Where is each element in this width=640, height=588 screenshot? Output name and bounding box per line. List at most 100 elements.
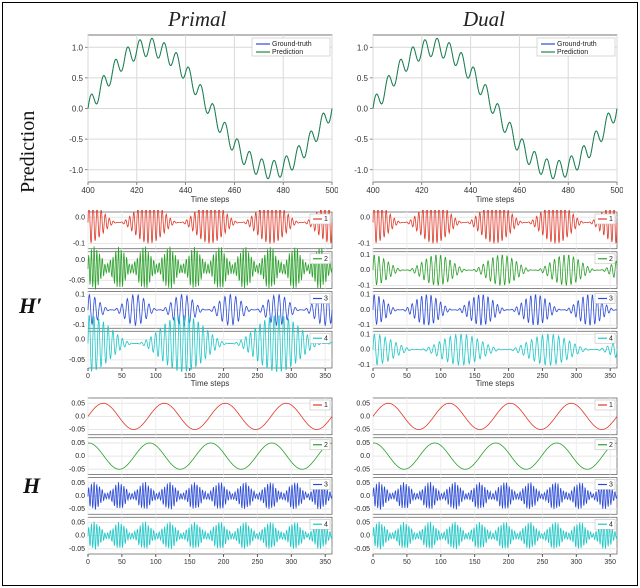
- svg-text:300: 300: [285, 373, 297, 380]
- side-label-h-prime: H′: [19, 293, 42, 319]
- svg-text:400: 400: [81, 186, 95, 195]
- svg-text:500: 500: [610, 186, 623, 195]
- svg-text:0.0: 0.0: [360, 453, 370, 460]
- svg-text:4: 4: [324, 521, 328, 528]
- svg-text:480: 480: [277, 186, 291, 195]
- chart-dual-h: -0.050.00.051-0.050.00.052-0.050.00.053-…: [343, 396, 623, 574]
- svg-text:0.0: 0.0: [75, 257, 85, 264]
- svg-text:200: 200: [503, 559, 515, 566]
- svg-text:480: 480: [562, 186, 576, 195]
- side-label-h: H: [23, 473, 40, 499]
- svg-text:1.0: 1.0: [357, 43, 369, 52]
- svg-text:3: 3: [609, 482, 613, 489]
- svg-text:2: 2: [609, 256, 613, 263]
- svg-text:1: 1: [324, 216, 328, 223]
- svg-text:0.0: 0.0: [360, 214, 370, 221]
- svg-text:440: 440: [179, 186, 193, 195]
- svg-text:0.1: 0.1: [360, 252, 370, 259]
- svg-text:-0.1: -0.1: [358, 362, 370, 369]
- svg-text:-0.05: -0.05: [69, 427, 85, 434]
- svg-text:440: 440: [464, 186, 478, 195]
- svg-text:300: 300: [285, 559, 297, 566]
- svg-text:-0.05: -0.05: [69, 277, 85, 284]
- svg-text:Ground-truth: Ground-truth: [557, 41, 597, 48]
- svg-text:0.5: 0.5: [72, 74, 84, 83]
- chart-primal-prediction: 400420440460480500-1.0-0.50.00.51.0Time …: [58, 29, 338, 204]
- svg-text:350: 350: [319, 373, 331, 380]
- svg-text:250: 250: [537, 559, 549, 566]
- svg-text:-0.05: -0.05: [69, 506, 85, 513]
- svg-text:-0.1: -0.1: [358, 282, 370, 289]
- svg-text:100: 100: [150, 559, 162, 566]
- svg-text:-0.05: -0.05: [354, 506, 370, 513]
- svg-text:-0.1: -0.1: [73, 241, 85, 248]
- svg-text:0.05: 0.05: [71, 520, 85, 527]
- svg-text:-0.05: -0.05: [354, 466, 370, 473]
- svg-text:-0.05: -0.05: [354, 546, 370, 553]
- svg-text:0.05: 0.05: [71, 400, 85, 407]
- svg-text:Time steps: Time steps: [476, 195, 515, 204]
- svg-text:3: 3: [324, 482, 328, 489]
- svg-text:2: 2: [609, 442, 613, 449]
- svg-text:0.05: 0.05: [71, 440, 85, 447]
- svg-text:500: 500: [325, 186, 338, 195]
- svg-text:2: 2: [324, 442, 328, 449]
- svg-text:1.0: 1.0: [72, 43, 84, 52]
- svg-text:400: 400: [366, 186, 380, 195]
- svg-text:Time steps: Time steps: [191, 195, 230, 204]
- svg-text:0.0: 0.0: [75, 307, 85, 314]
- svg-text:0.0: 0.0: [360, 307, 370, 314]
- svg-text:0.0: 0.0: [360, 413, 370, 420]
- svg-text:0: 0: [86, 559, 90, 566]
- svg-text:250: 250: [252, 373, 264, 380]
- svg-text:Time steps: Time steps: [191, 379, 230, 388]
- svg-text:0.0: 0.0: [360, 533, 370, 540]
- chart-primal-h: -0.050.00.051-0.050.00.052-0.050.00.053-…: [58, 396, 338, 574]
- svg-text:0.0: 0.0: [75, 453, 85, 460]
- side-label-prediction: Prediction: [17, 111, 40, 193]
- svg-text:250: 250: [537, 373, 549, 380]
- svg-text:0.0: 0.0: [72, 105, 84, 114]
- svg-text:0: 0: [371, 373, 375, 380]
- svg-text:Ground-truth: Ground-truth: [272, 41, 312, 48]
- svg-text:0.05: 0.05: [356, 520, 370, 527]
- svg-text:0.0: 0.0: [360, 267, 370, 274]
- svg-text:0.1: 0.1: [360, 292, 370, 299]
- svg-text:0.1: 0.1: [360, 331, 370, 338]
- svg-text:300: 300: [570, 559, 582, 566]
- svg-text:0.0: 0.0: [75, 336, 85, 343]
- svg-text:350: 350: [604, 559, 616, 566]
- svg-text:Prediction: Prediction: [272, 49, 303, 56]
- svg-text:Prediction: Prediction: [557, 49, 588, 56]
- svg-text:350: 350: [319, 559, 331, 566]
- svg-text:3: 3: [609, 296, 613, 303]
- svg-text:460: 460: [513, 186, 527, 195]
- svg-text:-0.5: -0.5: [69, 135, 83, 144]
- svg-text:1: 1: [324, 402, 328, 409]
- svg-text:0.0: 0.0: [360, 493, 370, 500]
- svg-text:0: 0: [371, 559, 375, 566]
- svg-text:0.0: 0.0: [75, 493, 85, 500]
- chart-dual-prediction: 400420440460480500-1.0-0.50.00.51.0Time …: [343, 29, 623, 204]
- svg-text:420: 420: [130, 186, 144, 195]
- svg-text:0.05: 0.05: [356, 400, 370, 407]
- svg-text:4: 4: [609, 521, 613, 528]
- svg-text:-1.0: -1.0: [69, 166, 83, 175]
- chart-dual-h-prime: -0.10.01-0.10.00.12-0.10.00.13-0.10.00.1…: [343, 210, 623, 388]
- svg-text:-1.0: -1.0: [354, 166, 368, 175]
- svg-text:4: 4: [609, 335, 613, 342]
- svg-text:150: 150: [469, 559, 481, 566]
- svg-text:300: 300: [570, 373, 582, 380]
- svg-text:-0.05: -0.05: [354, 427, 370, 434]
- svg-text:100: 100: [435, 559, 447, 566]
- svg-text:0.0: 0.0: [75, 533, 85, 540]
- svg-text:0.0: 0.0: [360, 347, 370, 354]
- svg-text:1: 1: [609, 216, 613, 223]
- svg-text:350: 350: [604, 373, 616, 380]
- svg-text:0.5: 0.5: [357, 74, 369, 83]
- svg-text:150: 150: [184, 559, 196, 566]
- svg-text:1: 1: [609, 402, 613, 409]
- chart-primal-h-prime: -0.10.01-0.050.02-0.10.00.13-0.050.04050…: [58, 210, 338, 388]
- svg-text:50: 50: [403, 559, 411, 566]
- svg-text:50: 50: [403, 373, 411, 380]
